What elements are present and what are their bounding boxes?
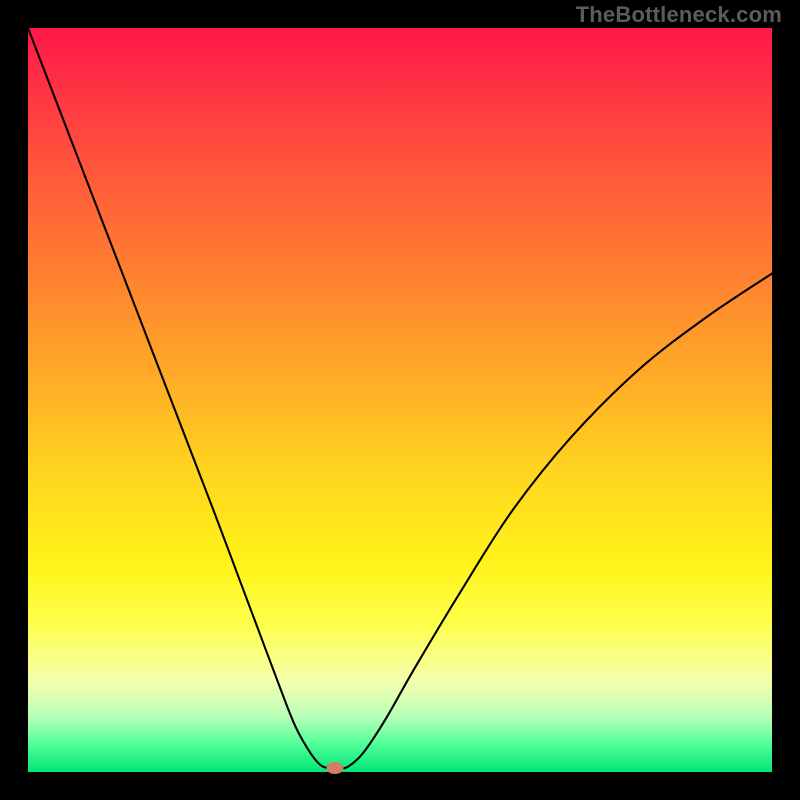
optimal-point-marker [327,762,344,774]
plot-area [28,28,772,772]
bottleneck-curve [28,28,772,772]
watermark-text: TheBottleneck.com [576,2,782,28]
chart-frame: TheBottleneck.com [0,0,800,800]
